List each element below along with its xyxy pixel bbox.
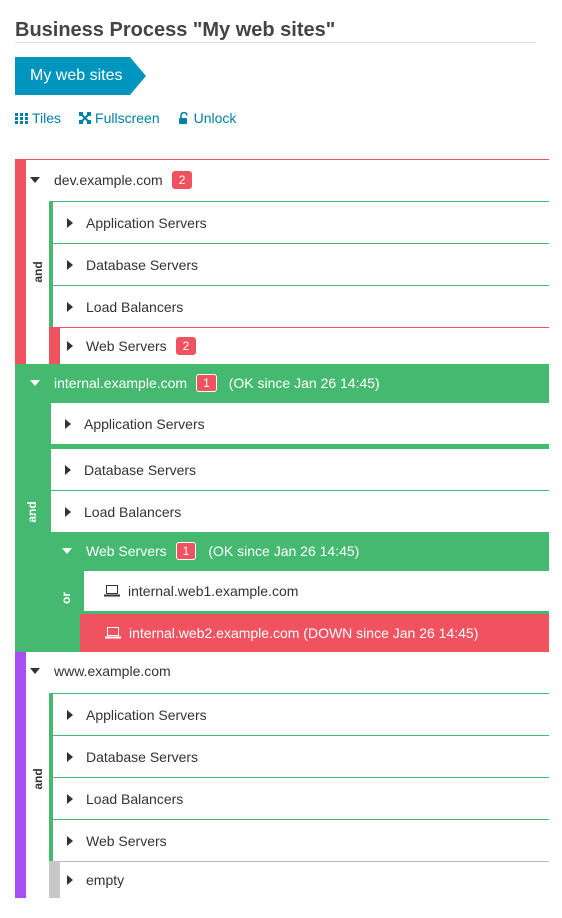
internal-web-badge: 1	[175, 541, 197, 560]
www-child-lb[interactable]: Load Balancers	[49, 777, 549, 819]
internal-child-lb[interactable]: Load Balancers	[47, 490, 549, 532]
www-child-label: Application Servers	[86, 706, 207, 723]
expand-icon[interactable]	[65, 418, 71, 429]
internal-problem-badge: 1	[196, 373, 217, 392]
expand-icon[interactable]	[65, 464, 71, 475]
dev-problem-badge: 2	[171, 171, 193, 189]
internal-name: internal.example.com	[54, 374, 188, 391]
internal-web-name: Web Servers	[86, 542, 167, 559]
collapse-icon[interactable]	[30, 177, 40, 183]
dev-name: dev.example.com	[54, 172, 163, 188]
dev-operator: and	[26, 201, 49, 364]
internal-header[interactable]: internal.example.com 1 (OK since Jan 26 …	[30, 364, 380, 401]
tiles-label: Tiles	[32, 110, 62, 126]
dev-child-label: Application Servers	[86, 214, 207, 231]
host-internal-web2[interactable]: internal.web2.example.com (DOWN since Ja…	[80, 614, 549, 652]
dev-child-app[interactable]: Application Servers	[49, 201, 549, 243]
www-child-app[interactable]: Application Servers	[49, 693, 549, 735]
www-child-label: Database Servers	[86, 748, 199, 765]
fullscreen-label: Fullscreen	[95, 110, 160, 126]
expand-icon[interactable]	[65, 506, 71, 517]
dev-header[interactable]: dev.example.com 2	[30, 159, 193, 201]
internal-web-operator-label: or	[59, 592, 73, 604]
www-child-label: empty	[86, 872, 125, 888]
internal-child-label: Load Balancers	[84, 503, 182, 520]
dev-state-bar	[15, 159, 26, 364]
www-child-web[interactable]: Web Servers	[49, 819, 549, 861]
expand-icon[interactable]	[67, 793, 73, 804]
expand-icon[interactable]	[67, 835, 73, 846]
internal-web-status: (OK since Jan 26 14:45)	[208, 542, 360, 559]
internal-status: (OK since Jan 26 14:45)	[228, 374, 380, 391]
node-dev-example-com: dev.example.com 2 and Application Server…	[15, 159, 549, 364]
collapse-icon[interactable]	[30, 668, 40, 674]
internal-web-header[interactable]: Web Servers 1 (OK since Jan 26 14:45)	[62, 532, 359, 569]
internal-child-label: Application Servers	[84, 415, 205, 432]
internal-child-label: Database Servers	[84, 461, 197, 478]
tiles-link[interactable]: Tiles	[15, 110, 61, 126]
unlock-label: Unlock	[193, 110, 237, 126]
dev-child-web[interactable]: Web Servers 2	[49, 327, 549, 364]
expand-icon[interactable]	[67, 259, 73, 270]
expand-icon[interactable]	[67, 709, 73, 720]
action-bar: Tiles Fullscreen Unlock	[15, 110, 236, 126]
dev-child-label: Load Balancers	[86, 298, 184, 315]
www-child-label: Web Servers	[86, 832, 167, 849]
expand-icon[interactable]	[67, 301, 73, 312]
tiles-icon	[15, 112, 28, 124]
expand-icon[interactable]	[67, 875, 73, 885]
dev-operator-label: and	[31, 261, 45, 283]
collapse-icon[interactable]	[30, 379, 40, 386]
expand-icon[interactable]	[67, 217, 73, 228]
www-state-bar	[15, 652, 26, 898]
title-divider	[15, 42, 536, 43]
internal-child-app[interactable]: Application Servers	[47, 402, 549, 444]
fullscreen-link[interactable]: Fullscreen	[79, 110, 160, 126]
node-www-example-com: www.example.com and Application Servers …	[15, 652, 549, 898]
dev-child-label: Web Servers	[86, 338, 167, 354]
host-label: internal.web2.example.com (DOWN since Ja…	[129, 625, 479, 641]
dev-child-lb[interactable]: Load Balancers	[49, 285, 549, 327]
laptop-icon	[105, 627, 121, 639]
www-name: www.example.com	[54, 663, 171, 679]
www-header[interactable]: www.example.com	[30, 652, 171, 690]
breadcrumb-item[interactable]: My web sites	[15, 57, 130, 95]
laptop-icon	[104, 585, 120, 597]
internal-child-db[interactable]: Database Servers	[47, 448, 549, 490]
dev-child-db[interactable]: Database Servers	[49, 243, 549, 285]
expand-icon[interactable]	[67, 341, 73, 351]
host-label: internal.web1.example.com	[128, 583, 299, 599]
expand-icon[interactable]	[67, 751, 73, 762]
unlock-icon	[178, 112, 188, 124]
breadcrumb-arrow	[130, 57, 146, 95]
collapse-icon[interactable]	[62, 547, 72, 554]
page-title: Business Process "My web sites"	[15, 19, 336, 41]
www-child-empty[interactable]: empty	[49, 861, 549, 898]
www-child-label: Load Balancers	[86, 790, 184, 807]
unlock-link[interactable]: Unlock	[178, 110, 237, 126]
node-internal-example-com: internal.example.com 1 (OK since Jan 26 …	[15, 364, 549, 652]
dev-web-badge: 2	[175, 337, 197, 355]
www-child-db[interactable]: Database Servers	[49, 735, 549, 777]
fullscreen-icon	[79, 112, 92, 124]
dev-child-label: Database Servers	[86, 256, 199, 273]
host-internal-web1[interactable]: internal.web1.example.com	[80, 571, 549, 611]
internal-operator-label: and	[25, 501, 39, 523]
www-operator-label: and	[31, 768, 45, 790]
